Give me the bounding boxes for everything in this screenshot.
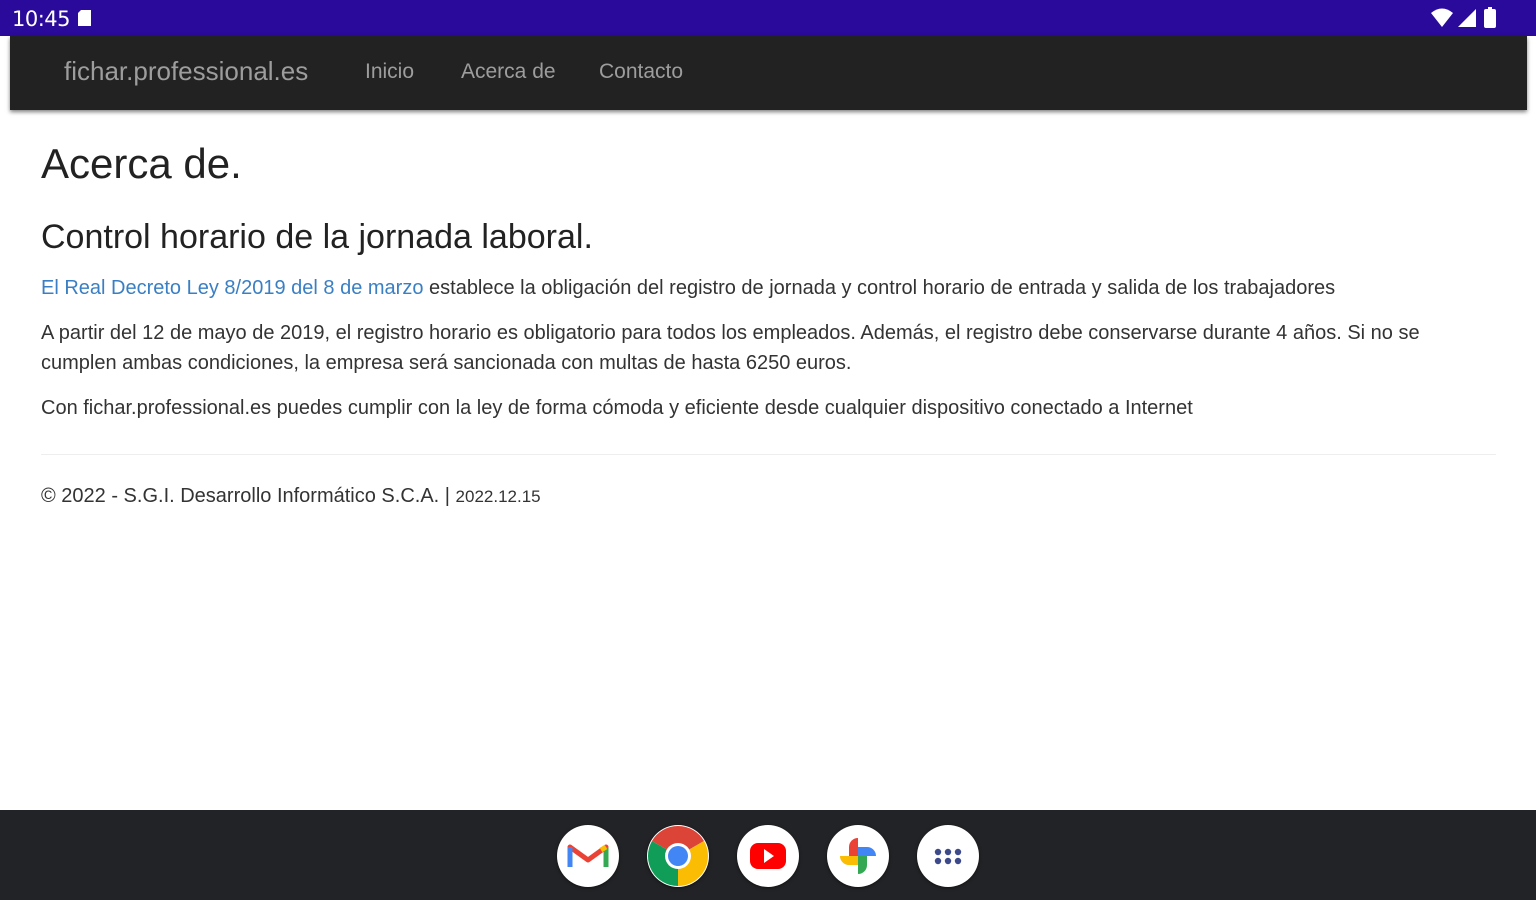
status-icons	[1430, 7, 1502, 29]
battery-icon	[1484, 7, 1496, 28]
status-bar: 10:45	[0, 0, 1536, 36]
app-drawer-icon	[934, 848, 962, 865]
app-drawer-button[interactable]	[917, 825, 979, 887]
decreto-link[interactable]: El Real Decreto Ley 8/2019 del 8 de marz…	[41, 277, 423, 299]
cell-signal-icon	[1458, 9, 1476, 27]
taskbar	[0, 810, 1536, 900]
youtube-icon	[750, 843, 786, 869]
footer-copyright: © 2022 - S.G.I. Desarrollo Informático S…	[41, 485, 456, 507]
nav-link-contacto[interactable]: Contacto	[599, 60, 683, 84]
chrome-app[interactable]	[647, 825, 709, 887]
site-navbar: fichar.professional.es Inicio Acerca de …	[10, 36, 1527, 110]
status-time: 10:45	[12, 7, 71, 31]
sd-card-icon	[78, 10, 91, 26]
paragraph-registro: A partir del 12 de mayo de 2019, el regi…	[41, 322, 1420, 374]
nav-link-inicio[interactable]: Inicio	[365, 60, 414, 84]
paragraph-decreto: El Real Decreto Ley 8/2019 del 8 de marz…	[41, 273, 1496, 303]
gmail-app[interactable]	[557, 825, 619, 887]
navbar-brand[interactable]: fichar.professional.es	[64, 56, 308, 87]
photos-icon	[840, 838, 876, 874]
youtube-app[interactable]	[737, 825, 799, 887]
paragraph-fichar: Con fichar.professional.es puedes cumpli…	[41, 397, 1193, 419]
footer: © 2022 - S.G.I. Desarrollo Informático S…	[41, 485, 541, 508]
gmail-icon	[567, 844, 609, 867]
page-subtitle: Control horario de la jornada laboral.	[41, 218, 593, 256]
footer-divider	[41, 454, 1496, 455]
page-title: Acerca de.	[41, 140, 242, 187]
paragraph-decreto-text: establece la obligación del registro de …	[423, 277, 1336, 299]
photos-app[interactable]	[827, 825, 889, 887]
wifi-icon	[1431, 8, 1453, 27]
footer-version: 2022.12.15	[455, 487, 541, 506]
nav-link-acerca[interactable]: Acerca de	[461, 60, 556, 84]
chrome-icon	[647, 825, 709, 886]
